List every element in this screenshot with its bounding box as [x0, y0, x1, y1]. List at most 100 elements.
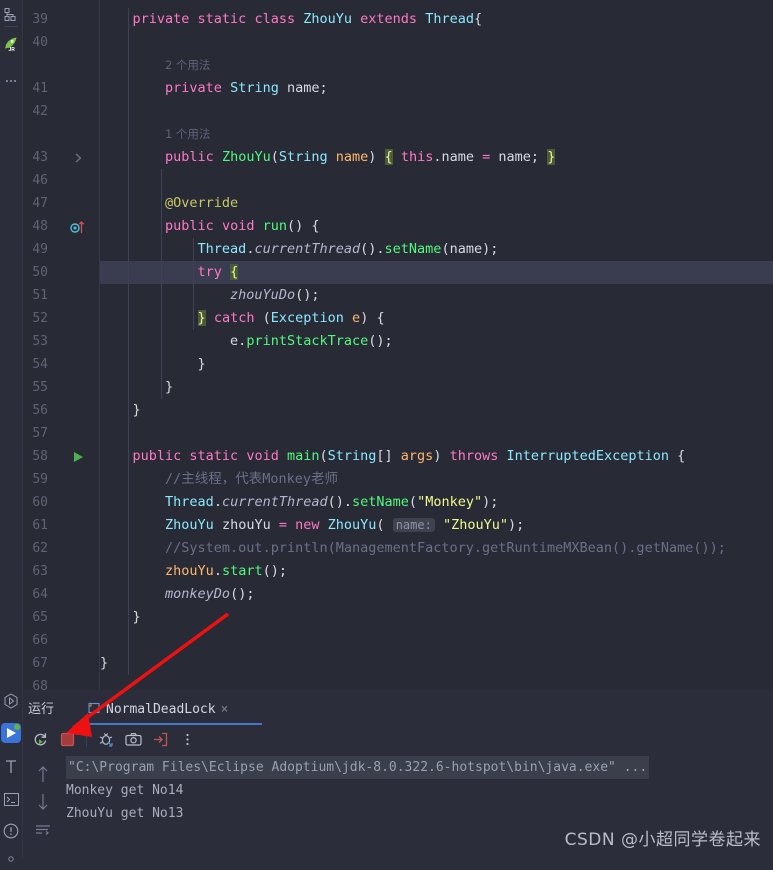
code-line[interactable] [22, 31, 773, 54]
gutter-row[interactable]: 40 [22, 31, 100, 54]
snapshot-button[interactable] [121, 727, 145, 751]
code-token: ZhouYu [327, 517, 377, 533]
line-number: 40 [32, 35, 48, 50]
code-line[interactable]: //主线程，代表Monkey老师 [22, 468, 773, 491]
gutter-row[interactable]: 64 [22, 583, 100, 606]
gutter-row[interactable]: 59 [22, 468, 100, 491]
gutter-row[interactable]: 67 [22, 652, 100, 675]
export-button[interactable] [148, 727, 172, 751]
gutter-row[interactable]: 49 [22, 238, 100, 261]
code-line[interactable]: } [22, 376, 773, 399]
more-tools-icon[interactable] [0, 70, 22, 92]
gutter-row[interactable]: 42 [22, 100, 100, 123]
gutter-row[interactable]: 53 [22, 330, 100, 353]
more-options-button[interactable] [175, 727, 199, 751]
gutter-row[interactable]: 54 [22, 353, 100, 376]
line-number: 58 [32, 449, 48, 464]
editor-gutter[interactable]: 39 40 41 42 43 46 47 48 49 50 51 52 53 54 55 56 57 58 59 60… [22, 0, 100, 690]
code-line[interactable] [22, 100, 773, 123]
gutter-row[interactable]: 63 [22, 560, 100, 583]
code-line[interactable]: zhouYuDo(); [22, 284, 773, 307]
code-line[interactable]: Thread.currentThread().setName(name); [22, 238, 773, 261]
code-line[interactable] [22, 422, 773, 445]
gutter-row[interactable]: 43 [22, 146, 100, 169]
expand-chevron-icon[interactable] [66, 146, 90, 169]
code-editor[interactable]: private static class ZhouYu extends Thre… [22, 0, 773, 690]
code-line[interactable]: monkeyDo(); [22, 583, 773, 606]
run-tab-label: NormalDeadLock [106, 701, 216, 717]
build-icon[interactable] [0, 756, 22, 778]
gutter-row[interactable]: 60 [22, 491, 100, 514]
close-tab-icon[interactable]: × [221, 702, 229, 717]
gutter-row[interactable]: 61 [22, 514, 100, 537]
code-token: . [213, 563, 222, 579]
code-line[interactable]: } [22, 606, 773, 629]
gutter-row[interactable]: 68 [22, 675, 100, 690]
gutter-row[interactable] [22, 123, 100, 146]
code-line[interactable]: } [22, 399, 773, 422]
code-line[interactable]: } catch (Exception e) { [22, 307, 773, 330]
usage-count-label[interactable]: 1 个用法 [165, 127, 210, 141]
run-gutter-icon[interactable] [66, 445, 90, 468]
gutter-row[interactable] [22, 54, 100, 77]
code-line[interactable]: //System.out.println(ManagementFactory.g… [22, 537, 773, 560]
code-vision-hint[interactable]: 2 个用法 [22, 54, 773, 77]
jrebel-icon[interactable]: JR [0, 33, 22, 55]
gutter-row[interactable]: 58 [22, 445, 100, 468]
line-number: 46 [32, 173, 48, 188]
code-line[interactable]: zhouYu.start(); [22, 560, 773, 583]
line-number: 56 [32, 403, 48, 418]
code-line[interactable]: public ZhouYu(String name) { this.name =… [22, 146, 773, 169]
line-number: 59 [32, 472, 48, 487]
gutter-row[interactable]: 57 [22, 422, 100, 445]
override-method-icon[interactable] [66, 215, 90, 238]
gutter-row[interactable]: 41 [22, 77, 100, 100]
debug-button[interactable] [94, 727, 118, 751]
code-line[interactable]: } [22, 353, 773, 376]
gutter-row[interactable]: 62 [22, 537, 100, 560]
terminal-icon[interactable] [0, 788, 22, 810]
code-line[interactable] [22, 169, 773, 192]
code-line[interactable]: public static void main(String[] args) t… [22, 445, 773, 468]
gutter-row[interactable]: 46 [22, 169, 100, 192]
gutter-row[interactable]: 48 [22, 215, 100, 238]
gutter-row[interactable]: 66 [22, 629, 100, 652]
run-tool-icon[interactable] [0, 690, 22, 712]
rerun-button[interactable] [28, 727, 52, 751]
code-line[interactable]: public void run() { [22, 215, 773, 238]
problems-icon[interactable] [0, 820, 22, 842]
code-token: (); [230, 586, 255, 602]
gutter-row[interactable]: 50 [22, 261, 100, 284]
code-line[interactable]: Thread.currentThread().setName("Monkey")… [22, 491, 773, 514]
code-line[interactable]: private String name; [22, 77, 773, 100]
run-panel-icon[interactable] [0, 722, 22, 744]
code-lines-container[interactable]: private static class ZhouYu extends Thre… [22, 0, 773, 690]
code-line[interactable]: e.printStackTrace(); [22, 330, 773, 353]
run-configuration-tab[interactable]: NormalDeadLock × [82, 694, 234, 724]
code-line[interactable]: private static class ZhouYu extends Thre… [22, 8, 773, 31]
code-line[interactable]: try { [22, 261, 773, 284]
code-line[interactable]: @Override [22, 192, 773, 215]
code-vision-hint[interactable]: 1 个用法 [22, 123, 773, 146]
usage-count-label[interactable]: 2 个用法 [165, 58, 210, 72]
gutter-row[interactable]: 56 [22, 399, 100, 422]
soft-wrap-button[interactable] [31, 818, 55, 842]
structure-icon[interactable] [0, 4, 22, 26]
scroll-down-button[interactable] [31, 790, 55, 814]
java-class-icon [88, 700, 101, 719]
settings-icon[interactable] [0, 848, 22, 870]
code-token: String [327, 448, 377, 464]
scroll-up-button[interactable] [31, 762, 55, 786]
code-line[interactable] [22, 675, 773, 690]
code-line[interactable] [22, 629, 773, 652]
gutter-row[interactable]: 47 [22, 192, 100, 215]
gutter-row[interactable]: 52 [22, 307, 100, 330]
gutter-row[interactable]: 65 [22, 606, 100, 629]
code-token: name: [392, 518, 435, 532]
stop-button[interactable] [55, 727, 79, 751]
gutter-row[interactable]: 51 [22, 284, 100, 307]
code-line[interactable]: } [22, 652, 773, 675]
code-line[interactable]: ZhouYu zhouYu = new ZhouYu( name: "ZhouY… [22, 514, 773, 537]
gutter-row[interactable]: 55 [22, 376, 100, 399]
gutter-row[interactable]: 39 [22, 8, 100, 31]
